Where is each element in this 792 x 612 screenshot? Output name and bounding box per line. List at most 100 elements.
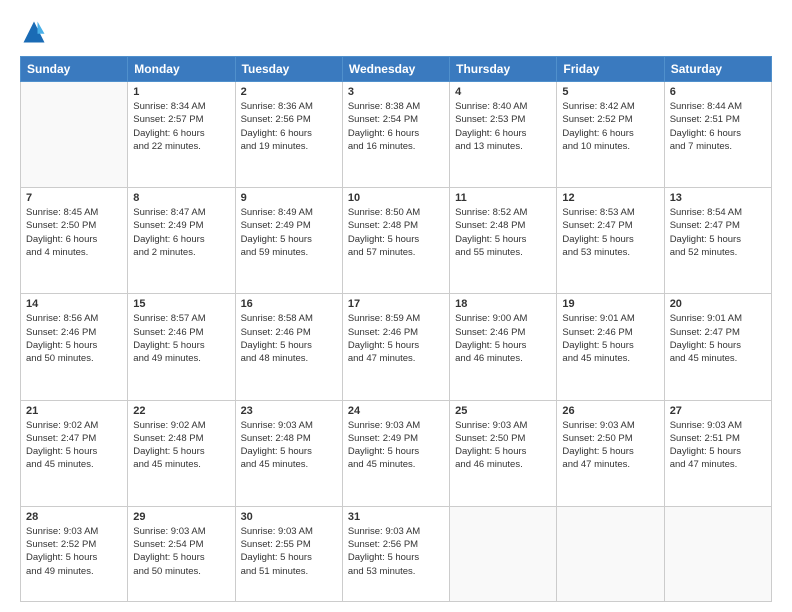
day-info: Sunrise: 8:34 AM Sunset: 2:57 PM Dayligh…: [133, 100, 229, 153]
day-number: 12: [562, 192, 658, 204]
day-number: 30: [241, 511, 337, 523]
calendar-week-row: 14Sunrise: 8:56 AM Sunset: 2:46 PM Dayli…: [21, 294, 772, 400]
day-info: Sunrise: 8:44 AM Sunset: 2:51 PM Dayligh…: [670, 100, 766, 153]
day-number: 5: [562, 86, 658, 98]
calendar-cell: 26 Sunrise: 9:03 AM Sunset: 2:50 PM Dayli…: [557, 400, 664, 506]
day-number: 25: [455, 405, 551, 417]
day-number: 13: [670, 192, 766, 204]
day-number: 24: [348, 405, 444, 417]
day-info: Sunrise: 8:50 AM Sunset: 2:48 PM Dayligh…: [348, 206, 444, 259]
calendar-cell: [664, 506, 771, 601]
page: SundayMondayTuesdayWednesdayThursdayFrid…: [0, 0, 792, 612]
day-number: 7: [26, 192, 122, 204]
header: [20, 18, 772, 46]
day-info: Sunrise: 9:03 AM Sunset: 2:56 PM Dayligh…: [348, 525, 444, 578]
day-number: 3: [348, 86, 444, 98]
day-info: Sunrise: 9:03 AM Sunset: 2:54 PM Dayligh…: [133, 525, 229, 578]
calendar-week-row: 7Sunrise: 8:45 AM Sunset: 2:50 PM Daylig…: [21, 188, 772, 294]
calendar-cell: 14Sunrise: 8:56 AM Sunset: 2:46 PM Dayli…: [21, 294, 128, 400]
calendar-cell: 21 Sunrise: 9:02 AM Sunset: 2:47 PM Dayli…: [21, 400, 128, 506]
day-number: 28: [26, 511, 122, 523]
calendar-week-row: 1Sunrise: 8:34 AM Sunset: 2:57 PM Daylig…: [21, 82, 772, 188]
logo: [20, 18, 54, 46]
calendar-cell: 27 Sunrise: 9:03 AM Sunset: 2:51 PM Dayli…: [664, 400, 771, 506]
day-info: Sunrise: 8:47 AM Sunset: 2:49 PM Dayligh…: [133, 206, 229, 259]
day-number: 19: [562, 298, 658, 310]
day-number: 20: [670, 298, 766, 310]
calendar-cell: 15 Sunrise: 8:57 AM Sunset: 2:46 PM Dayli…: [128, 294, 235, 400]
calendar-week-row: 28 Sunrise: 9:03 AM Sunset: 2:52 PM Dayli…: [21, 506, 772, 601]
day-number: 8: [133, 192, 229, 204]
calendar-cell: 13 Sunrise: 8:54 AM Sunset: 2:47 PM Dayli…: [664, 188, 771, 294]
calendar-cell: 3 Sunrise: 8:38 AM Sunset: 2:54 PM Daylig…: [342, 82, 449, 188]
day-info: Sunrise: 8:53 AM Sunset: 2:47 PM Dayligh…: [562, 206, 658, 259]
day-info: Sunrise: 9:03 AM Sunset: 2:52 PM Dayligh…: [26, 525, 122, 578]
day-info: Sunrise: 9:03 AM Sunset: 2:48 PM Dayligh…: [241, 419, 337, 472]
calendar-cell: 23Sunrise: 9:03 AM Sunset: 2:48 PM Dayli…: [235, 400, 342, 506]
calendar-cell: 8 Sunrise: 8:47 AM Sunset: 2:49 PM Daylig…: [128, 188, 235, 294]
calendar-cell: 9Sunrise: 8:49 AM Sunset: 2:49 PM Daylig…: [235, 188, 342, 294]
calendar-cell: 30 Sunrise: 9:03 AM Sunset: 2:55 PM Dayli…: [235, 506, 342, 601]
day-info: Sunrise: 9:02 AM Sunset: 2:48 PM Dayligh…: [133, 419, 229, 472]
day-info: Sunrise: 9:01 AM Sunset: 2:46 PM Dayligh…: [562, 312, 658, 365]
weekday-header: Friday: [557, 57, 664, 82]
weekday-header: Tuesday: [235, 57, 342, 82]
calendar-cell: 16Sunrise: 8:58 AM Sunset: 2:46 PM Dayli…: [235, 294, 342, 400]
weekday-header: Monday: [128, 57, 235, 82]
weekday-header: Sunday: [21, 57, 128, 82]
calendar-week-row: 21 Sunrise: 9:02 AM Sunset: 2:47 PM Dayli…: [21, 400, 772, 506]
weekday-header: Wednesday: [342, 57, 449, 82]
calendar: SundayMondayTuesdayWednesdayThursdayFrid…: [20, 56, 772, 602]
calendar-cell: 17 Sunrise: 8:59 AM Sunset: 2:46 PM Dayli…: [342, 294, 449, 400]
calendar-cell: 18 Sunrise: 9:00 AM Sunset: 2:46 PM Dayli…: [450, 294, 557, 400]
calendar-cell: 6 Sunrise: 8:44 AM Sunset: 2:51 PM Daylig…: [664, 82, 771, 188]
weekday-header: Thursday: [450, 57, 557, 82]
day-number: 4: [455, 86, 551, 98]
calendar-cell: 10 Sunrise: 8:50 AM Sunset: 2:48 PM Dayli…: [342, 188, 449, 294]
day-info: Sunrise: 8:42 AM Sunset: 2:52 PM Dayligh…: [562, 100, 658, 153]
weekday-header: Saturday: [664, 57, 771, 82]
day-info: Sunrise: 8:54 AM Sunset: 2:47 PM Dayligh…: [670, 206, 766, 259]
day-number: 6: [670, 86, 766, 98]
calendar-cell: 24Sunrise: 9:03 AM Sunset: 2:49 PM Dayli…: [342, 400, 449, 506]
calendar-cell: 11 Sunrise: 8:52 AM Sunset: 2:48 PM Dayli…: [450, 188, 557, 294]
calendar-cell: 31Sunrise: 9:03 AM Sunset: 2:56 PM Dayli…: [342, 506, 449, 601]
calendar-cell: 5 Sunrise: 8:42 AM Sunset: 2:52 PM Daylig…: [557, 82, 664, 188]
day-number: 17: [348, 298, 444, 310]
day-number: 11: [455, 192, 551, 204]
day-info: Sunrise: 9:03 AM Sunset: 2:55 PM Dayligh…: [241, 525, 337, 578]
day-info: Sunrise: 9:03 AM Sunset: 2:51 PM Dayligh…: [670, 419, 766, 472]
day-number: 2: [241, 86, 337, 98]
calendar-cell: 29 Sunrise: 9:03 AM Sunset: 2:54 PM Dayli…: [128, 506, 235, 601]
calendar-cell: [450, 506, 557, 601]
calendar-cell: 28 Sunrise: 9:03 AM Sunset: 2:52 PM Dayli…: [21, 506, 128, 601]
day-number: 26: [562, 405, 658, 417]
day-info: Sunrise: 9:03 AM Sunset: 2:50 PM Dayligh…: [455, 419, 551, 472]
calendar-cell: 12 Sunrise: 8:53 AM Sunset: 2:47 PM Dayli…: [557, 188, 664, 294]
calendar-cell: 22Sunrise: 9:02 AM Sunset: 2:48 PM Dayli…: [128, 400, 235, 506]
day-info: Sunrise: 9:03 AM Sunset: 2:50 PM Dayligh…: [562, 419, 658, 472]
day-number: 15: [133, 298, 229, 310]
day-info: Sunrise: 8:36 AM Sunset: 2:56 PM Dayligh…: [241, 100, 337, 153]
day-info: Sunrise: 8:56 AM Sunset: 2:46 PM Dayligh…: [26, 312, 122, 365]
day-number: 29: [133, 511, 229, 523]
calendar-cell: 20Sunrise: 9:01 AM Sunset: 2:47 PM Dayli…: [664, 294, 771, 400]
day-number: 18: [455, 298, 551, 310]
calendar-cell: [557, 506, 664, 601]
day-info: Sunrise: 8:40 AM Sunset: 2:53 PM Dayligh…: [455, 100, 551, 153]
weekday-header-row: SundayMondayTuesdayWednesdayThursdayFrid…: [21, 57, 772, 82]
day-info: Sunrise: 8:52 AM Sunset: 2:48 PM Dayligh…: [455, 206, 551, 259]
day-info: Sunrise: 8:58 AM Sunset: 2:46 PM Dayligh…: [241, 312, 337, 365]
day-info: Sunrise: 8:38 AM Sunset: 2:54 PM Dayligh…: [348, 100, 444, 153]
day-number: 27: [670, 405, 766, 417]
calendar-cell: [21, 82, 128, 188]
logo-icon: [20, 18, 48, 46]
day-info: Sunrise: 8:57 AM Sunset: 2:46 PM Dayligh…: [133, 312, 229, 365]
day-number: 21: [26, 405, 122, 417]
day-info: Sunrise: 9:00 AM Sunset: 2:46 PM Dayligh…: [455, 312, 551, 365]
day-number: 10: [348, 192, 444, 204]
day-info: Sunrise: 8:59 AM Sunset: 2:46 PM Dayligh…: [348, 312, 444, 365]
day-number: 9: [241, 192, 337, 204]
calendar-cell: 4 Sunrise: 8:40 AM Sunset: 2:53 PM Daylig…: [450, 82, 557, 188]
day-info: Sunrise: 9:02 AM Sunset: 2:47 PM Dayligh…: [26, 419, 122, 472]
